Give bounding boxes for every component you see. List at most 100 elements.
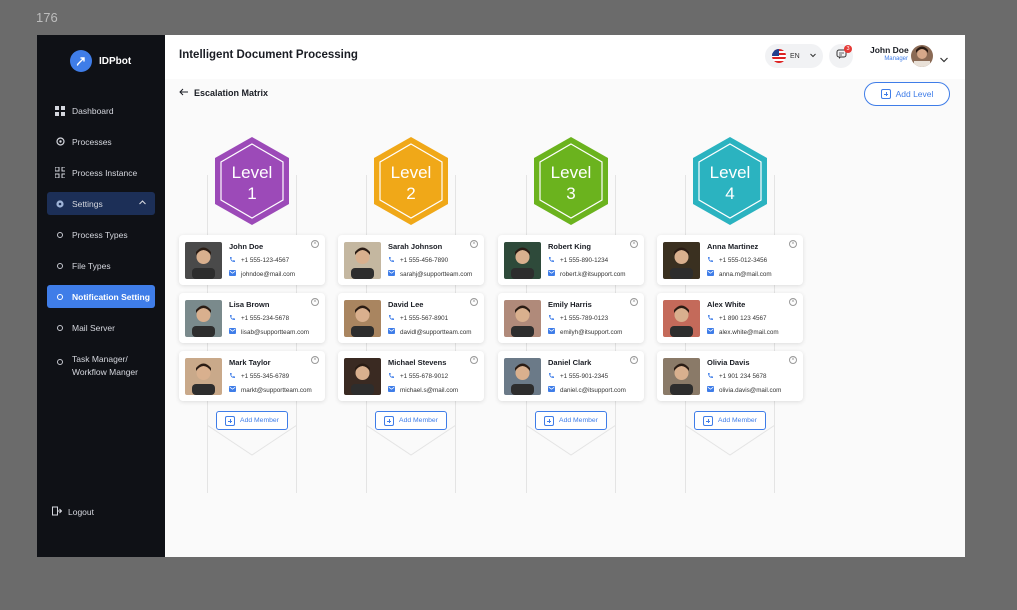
member-card[interactable]: Daniel Clark +1 555-901-2345 daniel.c@itsu… [498,351,644,401]
member-photo [344,242,381,279]
sidebar-item-dashboard[interactable]: Dashboard [47,99,155,122]
remove-member-icon[interactable]: × [311,240,319,248]
remove-member-icon[interactable]: × [789,240,797,248]
app-window: IDPbot Dashboard Processes Process Insta… [37,35,965,557]
member-name: Anna Martinez [707,242,759,251]
remove-member-icon[interactable]: × [789,356,797,364]
member-phone: +1 890 123 4567 [719,315,767,322]
remove-member-icon[interactable]: × [470,240,478,248]
add-level-label: Add Level [895,89,934,99]
sidebar-item-label: Process Types [72,229,128,240]
level-badge-hexagon: Level 4 [690,135,770,227]
member-phone-row: +1 555-789-0123 [548,314,608,323]
logo[interactable]: IDPbot [70,50,131,72]
add-member-button[interactable]: Add Member [535,411,607,430]
member-photo [185,300,222,337]
sidebar-item-label: File Types [72,260,111,271]
member-email-row: daniel.c@itsupport.com [548,386,626,394]
sidebar-item-mail-server[interactable]: Mail Server [47,316,155,339]
mail-icon [388,386,395,394]
member-phone: +1 555-456-7890 [400,257,449,264]
member-phone-row: +1 890 123 4567 [707,314,766,323]
phone-icon [388,372,395,381]
member-email-row: olivia.davis@mail.com [707,386,781,394]
chevron-down-icon [809,51,817,61]
level-label: Level [231,163,273,182]
remove-member-icon[interactable]: × [470,298,478,306]
user-avatar[interactable] [911,45,933,67]
add-member-button[interactable]: Add Member [216,411,288,430]
sidebar-item-notification-setting[interactable]: Notification Setting [47,285,155,308]
user-name: John Doe [870,45,909,55]
member-email-row: alex.white@mail.com [707,328,779,336]
plus-icon [225,415,236,426]
member-card[interactable]: John Doe +1 555-123-4567 johndoe@mail.com × [179,235,325,285]
member-email-row: robert.k@itsupport.com [548,270,626,278]
member-name: Emily Harris [548,300,592,309]
mail-icon [229,270,236,278]
member-photo [344,358,381,395]
remove-member-icon[interactable]: × [311,356,319,364]
member-card[interactable]: Mark Taylor +1 555-345-6789 markt@supportt… [179,351,325,401]
sidebar-item-processes[interactable]: Processes [47,130,155,153]
user-role: Manager [884,56,908,62]
member-email: anna.m@mail.com [719,270,772,278]
language-selector[interactable]: EN [765,44,823,68]
user-menu-chevron-icon[interactable] [939,52,949,70]
member-card[interactable]: Lisa Brown +1 555-234-5678 lisab@supportte… [179,293,325,343]
member-card[interactable]: Anna Martinez +1 555-012-3456 anna.m@mail.… [657,235,803,285]
phone-icon [707,256,714,265]
member-email-row: michael.s@mail.com [388,386,458,394]
sidebar-item-file-types[interactable]: File Types [47,254,155,277]
add-member-label: Add Member [559,417,598,424]
logo-text: IDPbot [99,55,132,67]
add-member-button[interactable]: Add Member [375,411,447,430]
remove-member-icon[interactable]: × [630,298,638,306]
member-name: David Lee [388,300,424,309]
phone-icon [229,372,236,381]
remove-member-icon[interactable]: × [470,356,478,364]
plus-icon [703,415,714,426]
user-info: John Doe Manager [870,45,909,62]
ring-icon [55,357,65,367]
notifications-button[interactable]: 3 [829,44,853,68]
member-card[interactable]: Alex White +1 890 123 4567 alex.white@mail… [657,293,803,343]
add-level-button[interactable]: Add Level [864,82,950,106]
member-name: Lisa Brown [229,300,270,309]
sidebar-item-label: Mail Server [72,322,115,333]
member-name: John Doe [229,242,264,251]
mail-icon [548,386,555,394]
phone-icon [388,314,395,323]
remove-member-icon[interactable]: × [630,240,638,248]
sidebar-item-label: Process Instance [72,167,138,178]
mail-icon [548,270,555,278]
member-card[interactable]: Olivia Davis +1 901 234 5678 olivia.davis@… [657,351,803,401]
remove-member-icon[interactable]: × [311,298,319,306]
sidebar-item-settings[interactable]: Settings [47,192,155,215]
remove-member-icon[interactable]: × [630,356,638,364]
member-phone-row: +1 555-678-9012 [388,372,448,381]
sidebar-item-process-instance[interactable]: Process Instance [47,161,155,184]
member-phone: +1 555-890-1234 [560,257,609,264]
phone-icon [229,314,236,323]
member-photo [185,242,222,279]
back-link[interactable]: Escalation Matrix [179,88,268,98]
mail-icon [707,328,714,336]
sidebar-nav: Dashboard Processes Process Instance Set… [47,99,155,389]
member-name: Robert King [548,242,591,251]
remove-member-icon[interactable]: × [789,298,797,306]
level-number: 4 [725,184,735,203]
add-member-button[interactable]: Add Member [694,411,766,430]
logout-button[interactable]: Logout [52,506,94,518]
member-card[interactable]: Robert King +1 555-890-1234 robert.k@itsup… [498,235,644,285]
member-card[interactable]: Michael Stevens +1 555-678-9012 michael.s@… [338,351,484,401]
member-email-row: anna.m@mail.com [707,270,772,278]
member-photo [504,358,541,395]
sidebar-item-task-manager[interactable]: Task Manager/ Workflow Manger [47,347,155,381]
member-email: johndoe@mail.com [241,270,295,278]
member-card[interactable]: David Lee +1 555-567-8901 davidl@supportte… [338,293,484,343]
sidebar-item-label: Processes [72,136,112,147]
sidebar-item-process-types[interactable]: Process Types [47,223,155,246]
member-card[interactable]: Emily Harris +1 555-789-0123 emilyh@itsupp… [498,293,644,343]
member-card[interactable]: Sarah Johnson +1 555-456-7890 sarahj@suppo… [338,235,484,285]
